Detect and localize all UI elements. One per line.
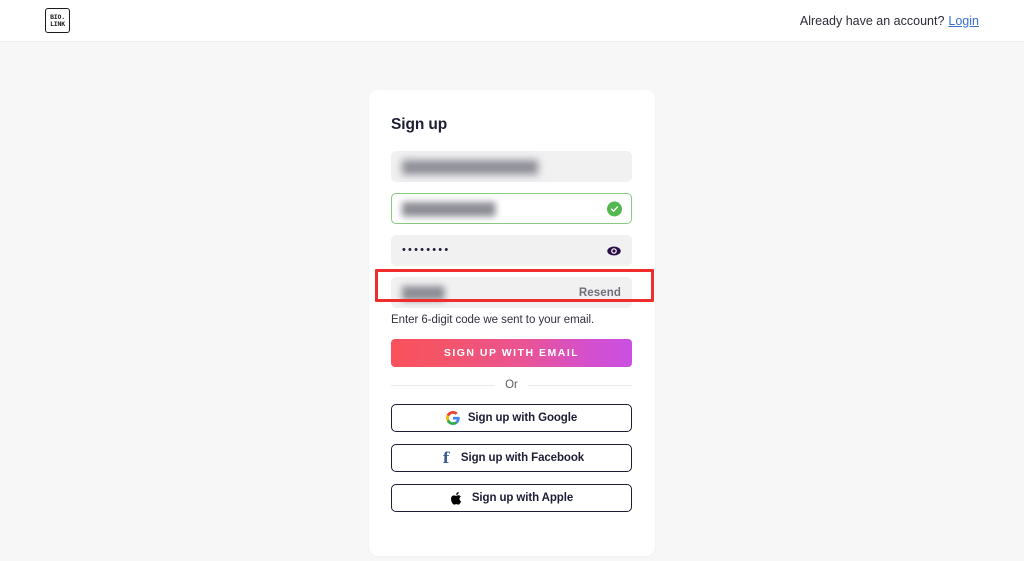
sign-up-with-facebook-button[interactable]: f Sign up with Facebook: [391, 444, 632, 472]
divider-line-right: [527, 384, 632, 386]
divider-label: Or: [505, 379, 518, 391]
resend-code-button[interactable]: Resend: [579, 287, 621, 299]
facebook-icon: f: [442, 448, 450, 467]
facebook-button-label: Sign up with Facebook: [460, 452, 585, 464]
divider-line-left: [391, 384, 496, 386]
signup-card: Sign up ████████████████ ███████████ •••…: [369, 90, 655, 556]
top-header: BIO. LINK Already have an account? Login: [0, 0, 1024, 42]
login-link[interactable]: Login: [948, 14, 979, 28]
sign-up-with-google-button[interactable]: Sign up with Google: [391, 404, 632, 432]
google-button-label: Sign up with Google: [467, 412, 578, 424]
apple-icon: [450, 491, 464, 505]
otp-code-input[interactable]: █████ Resend: [375, 269, 654, 308]
email-input[interactable]: ███████████: [391, 193, 632, 224]
sign-up-with-apple-button[interactable]: Sign up with Apple: [391, 484, 632, 512]
apple-button-label: Sign up with Apple: [471, 492, 574, 504]
otp-helper-text: Enter 6-digit code we sent to your email…: [391, 314, 595, 326]
account-prompt-text: Already have an account?: [799, 13, 945, 28]
bio-link-logo[interactable]: BIO. LINK: [45, 8, 70, 33]
username-value: ████████████████: [402, 159, 539, 174]
password-input[interactable]: ••••••••: [391, 235, 632, 266]
username-input[interactable]: ████████████████: [391, 151, 632, 182]
check-circle-icon: [607, 201, 622, 216]
password-value: ••••••••: [402, 244, 451, 256]
logo-line-bottom: LINK: [50, 20, 65, 28]
page-title: Sign up: [391, 116, 448, 133]
page-body: Sign up ████████████████ ███████████ •••…: [0, 42, 1024, 561]
otp-value: █████: [402, 285, 445, 300]
email-value: ███████████: [402, 201, 496, 216]
eye-icon[interactable]: [606, 243, 622, 259]
account-prompt-group: Already have an account? Login: [800, 14, 979, 28]
sign-up-with-email-button[interactable]: Sign up with email: [391, 339, 632, 367]
or-divider: Or: [391, 379, 632, 391]
google-icon: [445, 411, 460, 425]
